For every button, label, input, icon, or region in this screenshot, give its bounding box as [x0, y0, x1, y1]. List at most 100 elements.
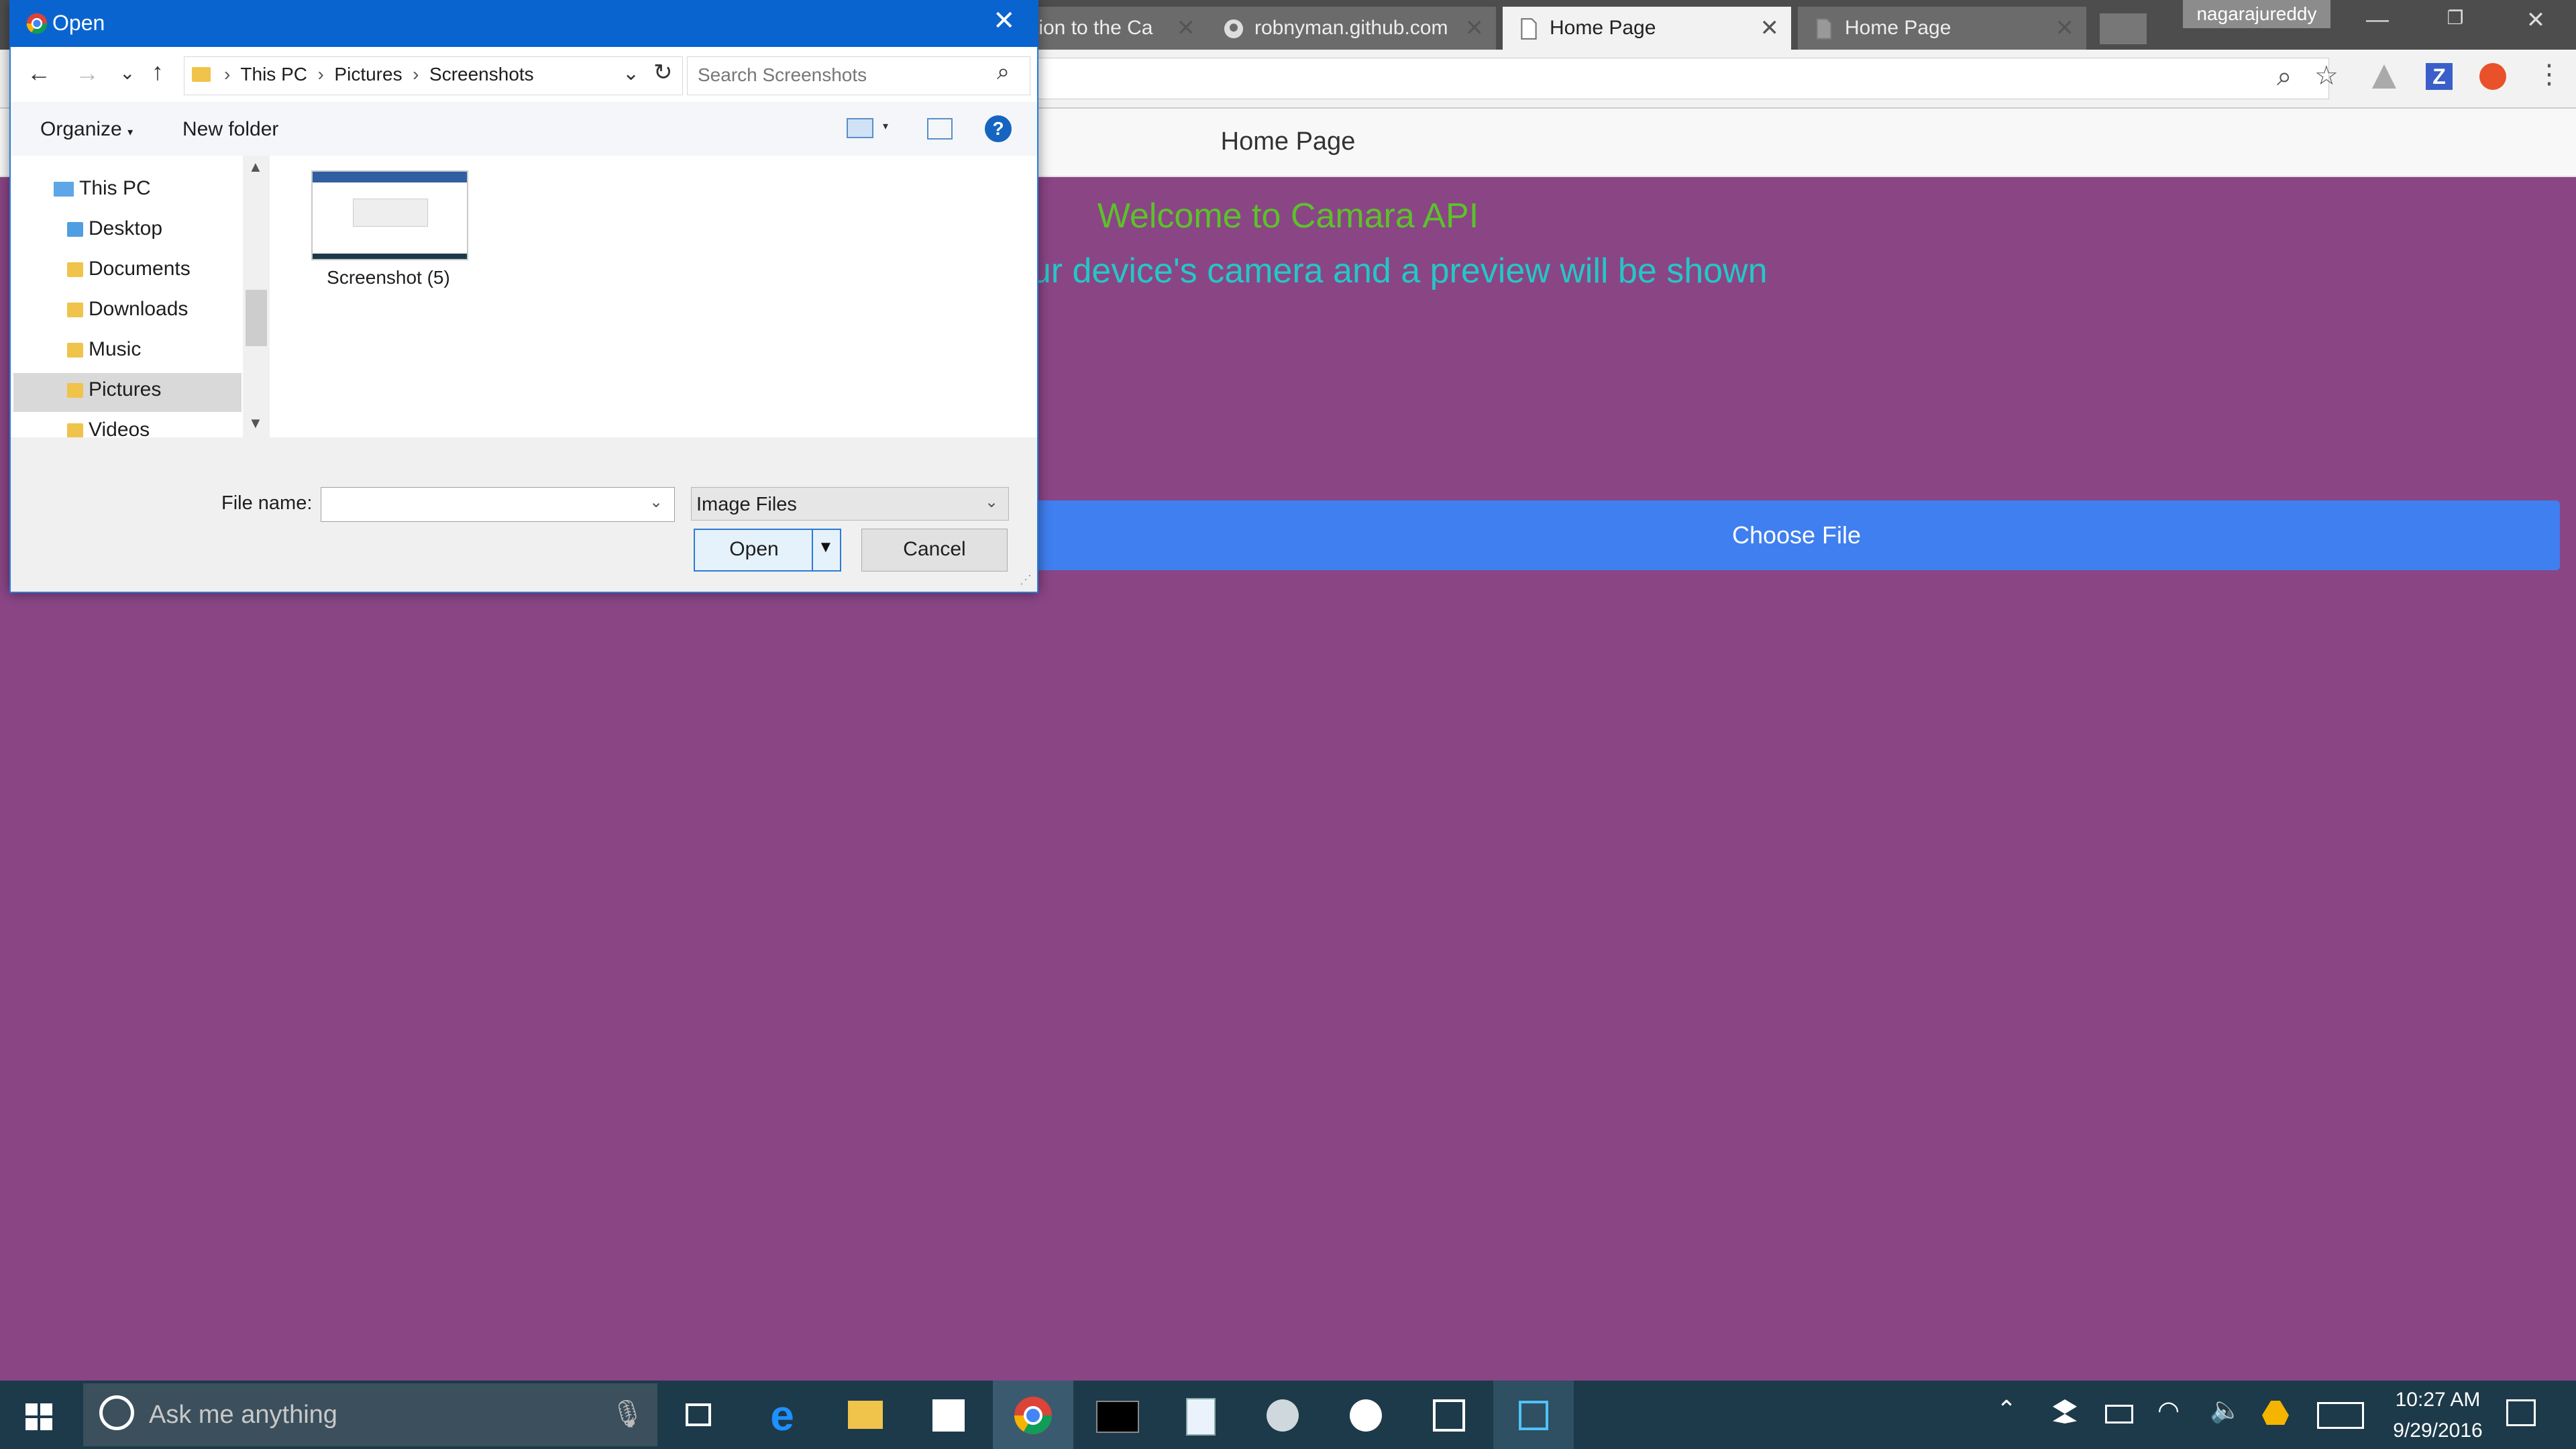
view-dropdown-icon[interactable]: ▾ [883, 119, 888, 133]
open-label: Open [729, 538, 779, 560]
battery-icon[interactable] [2105, 1405, 2133, 1424]
nav-label: Videos [89, 419, 150, 437]
breadcrumb-screenshots[interactable]: Screenshots [429, 64, 534, 85]
nav-item-music[interactable]: Music [67, 338, 141, 361]
file-explorer-icon[interactable] [839, 1389, 892, 1442]
dialog-close-icon[interactable]: ✕ [993, 5, 1016, 36]
pictures-folder-icon [67, 383, 83, 398]
cortana-icon [99, 1395, 134, 1430]
nav-item-this-pc[interactable]: This PC [54, 177, 151, 200]
chrome-icon [26, 13, 48, 34]
nav-label: Pictures [89, 378, 162, 400]
preview-pane-icon[interactable] [927, 118, 953, 140]
nav-label: Downloads [89, 298, 189, 320]
welcome-heading: Welcome to Camara API [1097, 197, 1479, 235]
nav-item-pictures[interactable]: Pictures [67, 378, 161, 401]
help-icon[interactable]: ? [985, 115, 1012, 142]
new-folder-button[interactable]: New folder [182, 118, 278, 141]
nav-item-downloads[interactable]: Downloads [67, 298, 188, 321]
tab-close-icon[interactable]: ✕ [1177, 7, 1196, 50]
remote-app-icon [1507, 1389, 1560, 1442]
page-header-title: Home Page [1220, 127, 1356, 156]
notepad-icon[interactable] [1173, 1389, 1226, 1442]
chrome-taskbar-icon [1006, 1389, 1060, 1442]
clock-time[interactable]: 10:27 AM [2384, 1389, 2491, 1411]
chrome-menu-icon[interactable]: ⋮ [2536, 59, 2563, 90]
task-view-icon[interactable] [671, 1389, 724, 1442]
breadcrumb-pictures[interactable]: Pictures [334, 64, 402, 85]
breadcrumb: › This PC › Pictures › Screenshots [224, 64, 534, 85]
omnibox[interactable] [1033, 58, 2329, 99]
nav-label: Desktop [89, 217, 163, 239]
tab-label: Home Page [1845, 17, 1951, 39]
file-name-label-text: File name: [221, 492, 313, 514]
start-windows-icon[interactable] [25, 1403, 52, 1430]
file-name-dropdown-icon[interactable]: ⌄ [649, 492, 663, 512]
tab-close-icon[interactable]: ✕ [2055, 7, 2075, 50]
recent-locations-chevron-icon[interactable]: ⌄ [119, 62, 135, 84]
nav-label: This PC [79, 177, 151, 199]
tab-2[interactable]: robnyman.github.com ✕ [1208, 7, 1496, 50]
cortana-placeholder: Ask me anything [149, 1401, 337, 1429]
profile-badge[interactable]: nagarajureddy [2183, 0, 2330, 28]
zotero-extension-icon[interactable]: Z [2426, 63, 2453, 90]
window-close-icon[interactable]: ✕ [2509, 7, 2563, 40]
address-dropdown-icon[interactable]: ⌄ [623, 62, 639, 85]
photos-icon[interactable] [1422, 1389, 1476, 1442]
tab-close-icon[interactable]: ✕ [1760, 7, 1780, 50]
zoom-icon[interactable]: ⌕ [2277, 62, 2292, 92]
file-type-label: Image Files [696, 494, 797, 515]
terminal-icon[interactable] [1089, 1389, 1143, 1442]
breadcrumb-this-pc[interactable]: This PC [240, 64, 307, 85]
tab-4[interactable]: Home Page ✕ [1798, 7, 2086, 50]
github-desktop-icon[interactable] [1339, 1389, 1393, 1442]
keyboard-icon[interactable] [2317, 1402, 2364, 1429]
dialog-title: Open [52, 11, 105, 35]
nav-label: Documents [89, 258, 191, 280]
choose-file-button[interactable]: Choose File [1033, 500, 2560, 570]
new-tab-button[interactable] [2100, 13, 2147, 44]
nav-label: Music [89, 338, 142, 360]
page-icon [1816, 18, 1832, 40]
organize-button[interactable]: Organize ▾ [40, 118, 133, 141]
desktop-folder-icon [67, 222, 83, 237]
page-icon [1521, 18, 1537, 40]
refresh-icon[interactable]: ↻ [653, 59, 673, 86]
edge-icon[interactable]: e [755, 1389, 809, 1442]
file-name-input[interactable] [321, 487, 675, 522]
file-type-dropdown-icon[interactable]: ⌄ [985, 492, 998, 512]
documents-folder-icon [67, 262, 83, 278]
volume-icon[interactable]: 🔈 [2210, 1395, 2241, 1425]
scroll-down-icon[interactable]: ▼ [248, 415, 263, 432]
show-hidden-icons-icon[interactable]: ⌃ [1996, 1395, 2017, 1424]
wifi-icon[interactable]: ◠ [2157, 1395, 2180, 1426]
restore-icon[interactable]: ❐ [2428, 7, 2482, 40]
tab-3[interactable]: Home Page ✕ [1503, 7, 1791, 50]
back-arrow-icon[interactable]: ← [27, 59, 51, 87]
open-dropdown-icon: ▼ [818, 538, 834, 556]
nav-item-desktop[interactable]: Desktop [67, 217, 162, 240]
cancel-label: Cancel [903, 538, 966, 560]
store-icon[interactable] [922, 1389, 975, 1442]
videos-folder-icon [67, 423, 83, 437]
extension-icon[interactable] [2479, 63, 2506, 90]
forward-arrow-icon[interactable]: → [75, 59, 99, 87]
nav-scrollbar-thumb[interactable] [246, 290, 267, 346]
resize-grip-icon[interactable]: ⋰ [1020, 573, 1032, 587]
nav-item-videos[interactable]: Videos [67, 419, 150, 437]
downloads-folder-icon [67, 303, 83, 318]
search-icon[interactable]: ⌕ [997, 59, 1010, 85]
minimize-icon[interactable]: — [2351, 7, 2404, 40]
view-options-icon[interactable] [847, 118, 873, 138]
microphone-icon[interactable]: 🎙 [610, 1398, 645, 1430]
scroll-up-icon[interactable]: ▲ [248, 158, 263, 176]
clock-date[interactable]: 9/29/2016 [2384, 1419, 2491, 1442]
computer-icon [54, 182, 74, 197]
tab-label: robnyman.github.com [1254, 17, 1448, 39]
app-icon[interactable] [1256, 1389, 1309, 1442]
action-center-icon[interactable] [2506, 1399, 2536, 1426]
nav-item-documents[interactable]: Documents [67, 258, 191, 280]
tab-close-icon[interactable]: ✕ [1465, 7, 1485, 50]
bookmark-star-icon[interactable]: ☆ [2314, 60, 2339, 91]
up-arrow-icon[interactable]: ↑ [152, 58, 164, 86]
